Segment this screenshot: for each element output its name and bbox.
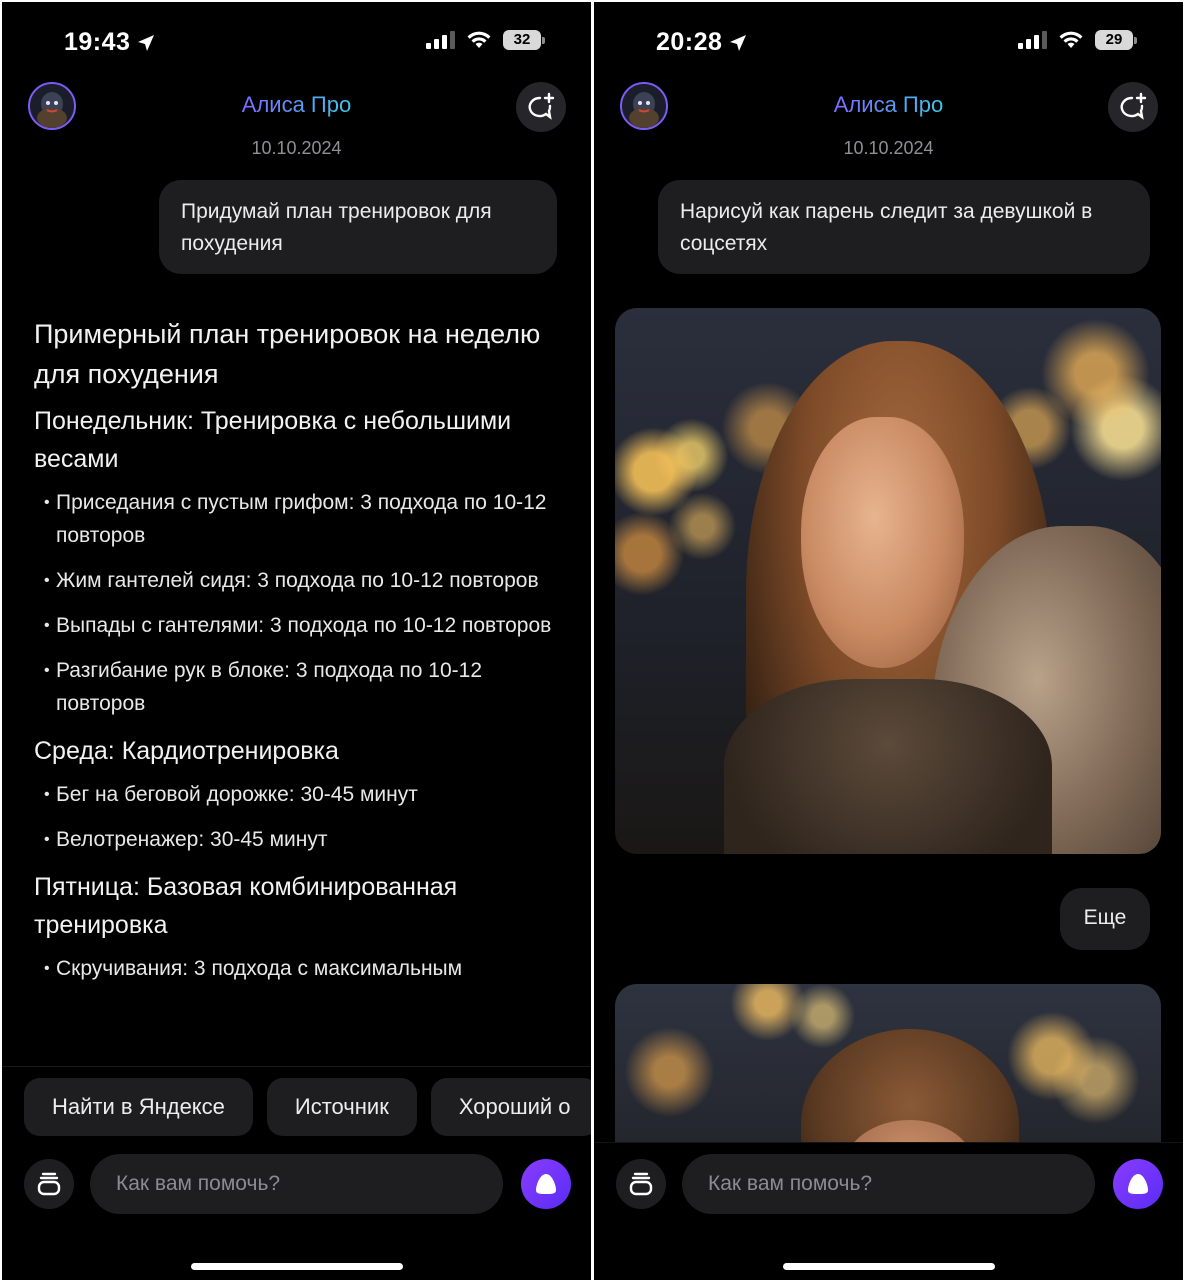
wifi-icon [1059, 31, 1083, 48]
user-message-bubble: Нарисуй как парень следит за девушкой в … [658, 180, 1150, 274]
new-chat-button[interactable] [1108, 82, 1158, 132]
generated-image[interactable] [615, 308, 1161, 854]
user-message-text: Придумай план тренировок для похудения [181, 200, 492, 255]
assistant-response: Примерный план тренировок на неделю для … [34, 314, 554, 997]
section-list: Скручивания: 3 подхода с максимальным [34, 952, 554, 985]
list-item: Выпады с гантелями: 3 подхода по 10-12 п… [34, 609, 554, 642]
new-chat-button[interactable] [516, 82, 566, 132]
chat-screen-right: 20:28 29 Алиса Про 10.10.2024 Нарисуй ка [594, 2, 1183, 1280]
section-list: Приседания с пустым грифом: 3 подхода по… [34, 486, 554, 720]
location-arrow-icon [138, 34, 155, 51]
page-title: Алиса Про [833, 92, 944, 117]
battery-indicator: 29 [1095, 30, 1137, 50]
alice-voice-button[interactable] [521, 1159, 571, 1209]
divider [594, 1142, 1183, 1143]
status-bar-time: 19:43 [64, 28, 156, 57]
stack-icon [629, 1172, 653, 1196]
new-chat-icon [528, 92, 555, 120]
section-list: Бег на беговой дорожке: 30-45 минут Вело… [34, 778, 554, 856]
signal-bars-icon [1018, 31, 1047, 49]
image-face [800, 417, 965, 669]
message-input[interactable] [90, 1154, 503, 1214]
stack-icon [37, 1172, 61, 1196]
chip-source[interactable]: Источник [266, 1078, 417, 1136]
section-heading: Понедельник: Тренировка с небольшими вес… [34, 407, 512, 473]
user-message-bubble: Еще [1060, 888, 1150, 950]
list-item: Приседания с пустым грифом: 3 подхода по… [34, 486, 554, 552]
alice-icon [536, 1174, 556, 1194]
chip-good-answer[interactable]: Хороший о [430, 1078, 591, 1136]
status-time-text: 20:28 [656, 28, 723, 56]
status-bar-indicators: 29 [1018, 30, 1137, 50]
location-arrow-icon [730, 34, 747, 51]
message-input[interactable] [682, 1154, 1095, 1214]
status-time-text: 19:43 [64, 28, 131, 56]
generated-image[interactable] [615, 984, 1161, 1144]
composer [594, 1154, 1183, 1214]
response-title: Примерный план тренировок на неделю для … [34, 319, 541, 389]
user-message-bubble: Придумай план тренировок для похудения [159, 180, 557, 274]
home-indicator[interactable] [191, 1263, 403, 1270]
section-heading: Среда: Кардиотренировка [34, 737, 339, 765]
list-item: Бег на беговой дорожке: 30-45 минут [34, 778, 554, 811]
suggestion-chips: Найти в Яндексе Источник Хороший о [24, 1078, 591, 1136]
list-item: Жим гантелей сидя: 3 подхода по 10-12 по… [34, 564, 554, 597]
home-indicator[interactable] [783, 1263, 995, 1270]
list-item: Скручивания: 3 подхода с максимальным [34, 952, 554, 985]
chat-date: 10.10.2024 [251, 138, 342, 158]
status-bar-time: 20:28 [656, 28, 748, 57]
image-coat [724, 679, 1052, 854]
signal-bars-icon [426, 31, 455, 49]
list-item: Разгибание рук в блоке: 3 подхода по 10-… [34, 654, 554, 720]
alice-voice-button[interactable] [1113, 1159, 1163, 1209]
chat-screen-left: 19:43 32 Алиса Про 10.10.2024 Придумай п [2, 2, 591, 1280]
wifi-icon [467, 31, 491, 48]
alice-icon [1128, 1174, 1148, 1194]
divider [2, 1066, 591, 1067]
battery-indicator: 32 [503, 30, 545, 50]
section-heading: Пятница: Базовая комбинированная трениро… [34, 873, 458, 939]
user-message-text: Нарисуй как парень следит за девушкой в … [680, 200, 1093, 255]
history-button[interactable] [24, 1159, 74, 1209]
status-bar-indicators: 32 [426, 30, 545, 50]
new-chat-icon [1120, 92, 1147, 120]
history-button[interactable] [616, 1159, 666, 1209]
chip-find-in-yandex[interactable]: Найти в Яндексе [24, 1078, 253, 1136]
chat-date: 10.10.2024 [843, 138, 934, 158]
list-item: Велотренажер: 30-45 минут [34, 823, 554, 856]
page-title: Алиса Про [241, 92, 352, 117]
composer [2, 1154, 591, 1214]
user-message-text: Еще [1083, 906, 1127, 929]
